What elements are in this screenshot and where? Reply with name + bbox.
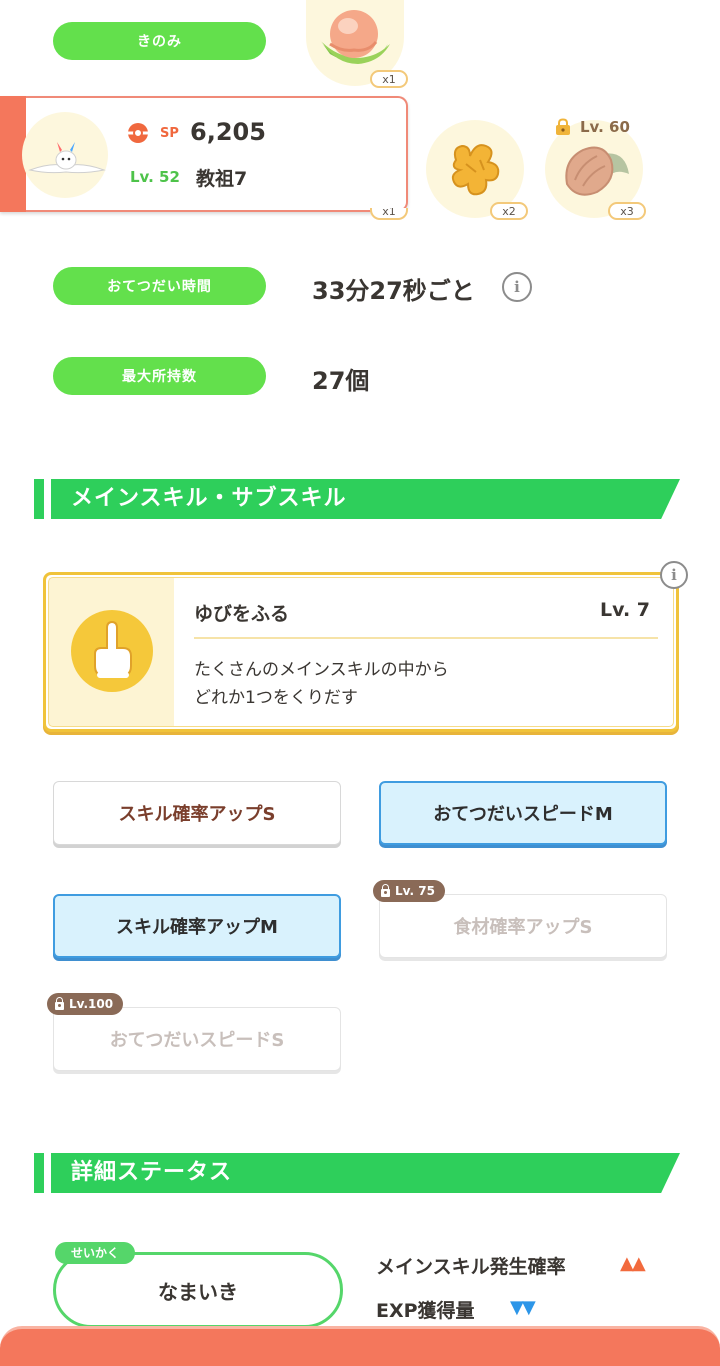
down-arrows-icon: ▼▼ <box>510 1297 536 1318</box>
max-carry-value: 27個 <box>312 367 370 395</box>
nature-effect-up-label: メインスキル発生確率 <box>376 1256 566 1278</box>
section-mark <box>34 479 44 519</box>
pokemon-level: Lv. 52 <box>130 168 180 186</box>
subskill-5[interactable]: おてつだいスピードS <box>53 1007 341 1071</box>
lock-icon <box>556 118 570 135</box>
detail-section-title: 詳細ステータス <box>71 1160 233 1185</box>
info-icon[interactable]: i <box>502 272 532 302</box>
up-arrows-icon: ▲▲ <box>620 1253 646 1274</box>
subskill-4-lock-level: Lv. 75 <box>395 884 435 898</box>
main-skill-name: ゆびをふる <box>194 603 290 625</box>
pokemon-name: 教祖7 <box>196 168 248 190</box>
skill-divider <box>194 637 658 639</box>
pokemon-card[interactable]: SP 6,205 Lv. 52 教祖7 <box>0 96 408 212</box>
main-skill-card[interactable]: ゆびをふる Lv. 7 たくさんのメインスキルの中から どれか1つをくりだす <box>43 572 679 732</box>
sp-icon <box>128 123 148 143</box>
skills-section-title: メインスキル・サブスキル <box>71 486 347 511</box>
help-time-value: 33分27秒ごと <box>312 277 475 305</box>
main-skill-info-icon[interactable]: i <box>660 561 688 589</box>
lock-icon <box>55 996 64 1010</box>
pokemon-avatar <box>22 112 108 198</box>
metronome-icon <box>71 610 153 692</box>
subskill-2[interactable]: おてつだいスピードM <box>379 781 667 845</box>
max-carry-label: 最大所持数 <box>53 357 266 395</box>
bottom-action-button[interactable] <box>0 1326 720 1366</box>
nature-effect-down-label: EXP獲得量 <box>376 1300 475 1322</box>
hidden-qty: x1 <box>370 208 408 220</box>
berry-qty: x1 <box>370 70 408 88</box>
nature-tag: せいかく <box>55 1242 136 1264</box>
main-skill-icon-area <box>49 578 174 726</box>
subskill-1[interactable]: スキル確率アップS <box>53 781 341 845</box>
subskill-3[interactable]: スキル確率アップM <box>53 894 341 958</box>
sp-value: 6,205 <box>190 118 266 146</box>
section-mark <box>34 1153 44 1193</box>
subskill-4-lock-tag: Lv. 75 <box>373 880 445 902</box>
togekiss-icon <box>28 142 106 174</box>
skills-section-header: メインスキル・サブスキル <box>34 479 680 519</box>
subskill-5-lock-tag: Lv.100 <box>47 993 124 1015</box>
help-time-label: おてつだい時間 <box>53 267 266 305</box>
main-skill-desc-line1: たくさんのメインスキルの中から <box>194 660 449 680</box>
main-skill-desc-line2: どれか1つをくりだす <box>194 688 358 708</box>
berry-label: きのみ <box>53 22 266 60</box>
lock-icon <box>381 883 390 897</box>
cacao-lock-level: Lv. 60 <box>580 118 630 136</box>
main-skill-level: Lv. 7 <box>600 599 650 621</box>
subskill-4[interactable]: 食材確率アップS <box>379 894 667 958</box>
ingredient-cacao-qty: x3 <box>608 202 646 220</box>
subskill-5-lock-level: Lv.100 <box>69 997 114 1011</box>
sp-label: SP <box>160 126 179 141</box>
ingredient-ginger-qty: x2 <box>490 202 528 220</box>
detail-section-header: 詳細ステータス <box>34 1153 680 1193</box>
